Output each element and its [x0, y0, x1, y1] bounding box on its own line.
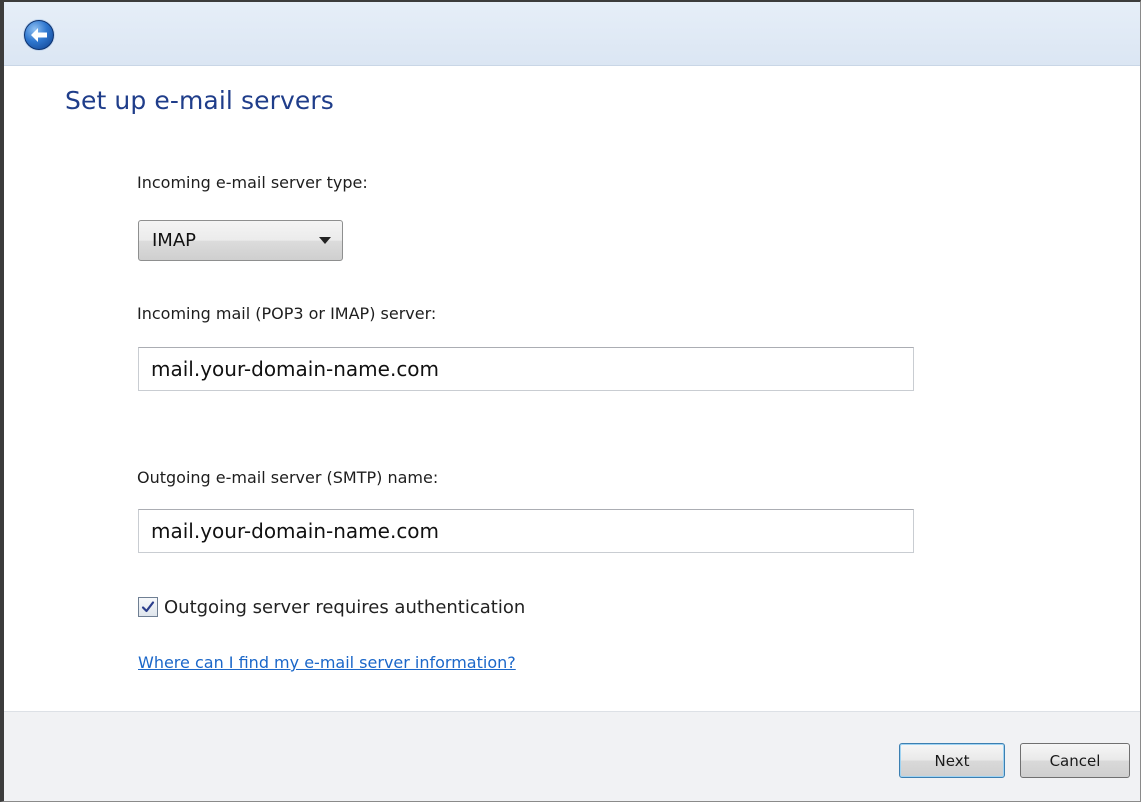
server-type-value: IMAP — [152, 230, 197, 251]
title-bar — [4, 2, 1140, 66]
next-button[interactable]: Next — [899, 743, 1005, 778]
incoming-server-label: Incoming mail (POP3 or IMAP) server: — [137, 304, 437, 323]
incoming-server-input[interactable] — [138, 347, 914, 391]
checkmark-icon — [141, 601, 155, 613]
wizard-content: Set up e-mail servers Incoming e-mail se… — [4, 66, 1140, 711]
auth-checkbox-row[interactable]: Outgoing server requires authentication — [138, 594, 525, 620]
server-type-dropdown[interactable]: IMAP — [138, 220, 343, 261]
back-arrow-icon — [31, 28, 47, 42]
auth-checkbox[interactable] — [138, 597, 158, 617]
setup-wizard-window: Set up e-mail servers Incoming e-mail se… — [0, 0, 1141, 802]
cancel-button[interactable]: Cancel — [1020, 743, 1130, 778]
server-type-label: Incoming e-mail server type: — [137, 173, 368, 192]
chevron-down-icon — [319, 237, 331, 244]
outgoing-server-input[interactable] — [138, 509, 914, 553]
wizard-footer: Next Cancel — [4, 711, 1140, 801]
server-info-help-link[interactable]: Where can I find my e-mail server inform… — [138, 653, 516, 672]
outgoing-server-label: Outgoing e-mail server (SMTP) name: — [137, 468, 439, 487]
auth-checkbox-label: Outgoing server requires authentication — [164, 596, 526, 618]
page-title: Set up e-mail servers — [65, 86, 334, 115]
back-button[interactable] — [24, 20, 54, 50]
